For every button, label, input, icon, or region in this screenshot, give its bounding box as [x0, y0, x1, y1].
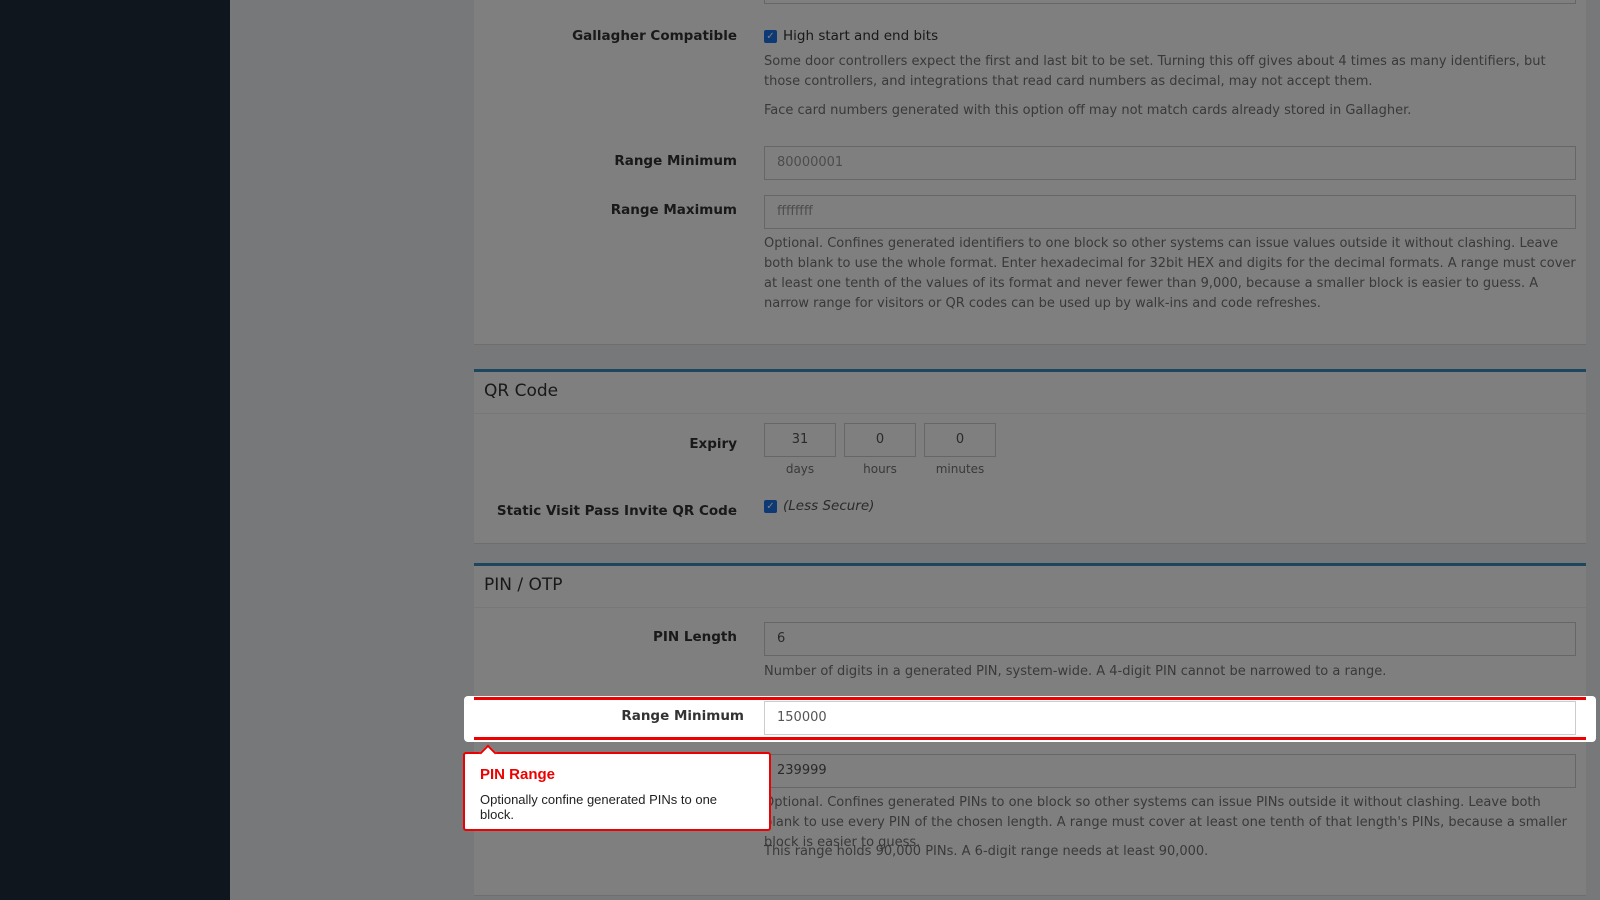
tooltip-body: Optionally confine generated PINs to one… [480, 792, 718, 822]
spotlight-highlight-band [474, 697, 1586, 740]
tour-overlay [0, 0, 1600, 900]
tour-tooltip: PIN Range Optionally confine generated P… [463, 744, 771, 831]
tooltip-title: PIN Range [480, 766, 556, 783]
